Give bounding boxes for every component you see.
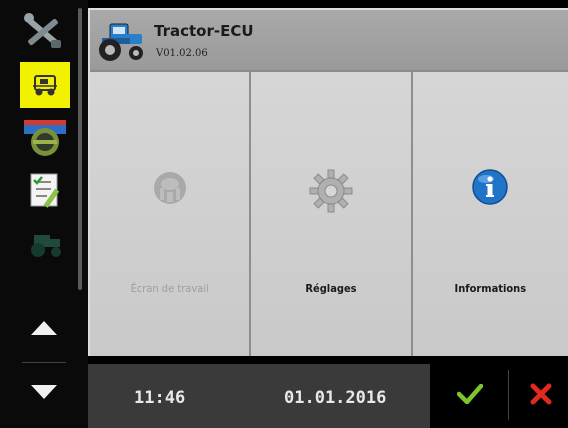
info-icon (471, 168, 509, 210)
tile-settings[interactable]: Réglages (251, 72, 413, 356)
task-list-icon (25, 170, 65, 210)
clock-time: 11:46 (134, 388, 186, 408)
app-version: V01.02.06 (156, 48, 208, 59)
left-sidebar (0, 0, 88, 428)
cross-icon (530, 383, 552, 409)
checkmark-icon (456, 383, 484, 408)
sidebar-item-guidance[interactable] (20, 116, 70, 160)
arrow-divider (22, 362, 66, 363)
scroll-up-button[interactable] (14, 314, 74, 344)
clock-date: 01.01.2016 (284, 388, 387, 408)
tractor-icon (96, 20, 146, 66)
menu-tiles: Écran de travail Réglages Informations (90, 72, 568, 356)
action-divider (508, 370, 509, 420)
app-title: Tractor-ECU (154, 22, 254, 40)
sidebar-item-task[interactable] (20, 168, 70, 212)
confirm-button[interactable] (442, 370, 498, 422)
sidebar-scrollbar[interactable] (78, 8, 82, 290)
steering-wheel-icon (22, 118, 68, 158)
main-panel: Tractor-ECU V01.02.06 Écran de travail R… (88, 8, 568, 356)
tile-work-screen-label: Écran de travail (130, 282, 209, 295)
gear-icon (308, 168, 354, 218)
sidebar-item-tractor[interactable] (20, 222, 70, 266)
arrow-up-icon (31, 320, 57, 339)
tile-settings-label: Réglages (305, 282, 357, 295)
sidebar-item-tools[interactable] (16, 10, 70, 54)
sidebar-item-tractor-ecu[interactable] (20, 62, 70, 108)
tile-information[interactable]: Informations (412, 72, 568, 356)
ecu-tractor-icon (32, 73, 58, 97)
app-header: Tractor-ECU V01.02.06 (90, 10, 568, 72)
tractor-dark-icon (26, 229, 64, 259)
tile-information-label: Informations (454, 282, 527, 295)
cancel-button[interactable] (514, 370, 568, 422)
status-bar: 11:46 01.01.2016 (88, 364, 430, 428)
wrench-screwdriver-icon (21, 12, 65, 52)
work-screen-icon (148, 168, 192, 212)
arrow-down-icon (31, 384, 57, 403)
scroll-down-button[interactable] (14, 378, 74, 408)
tile-work-screen[interactable]: Écran de travail (90, 72, 252, 356)
